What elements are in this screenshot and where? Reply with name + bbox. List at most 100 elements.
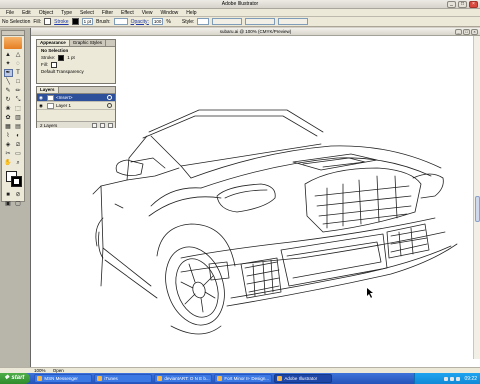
minimize-button[interactable]: _ [447,1,456,8]
graph-tool-icon[interactable]: ▥ [14,114,23,122]
maximize-button[interactable]: □ [458,1,467,8]
app-titlebar: Adobe Illustrator _ □ × [0,0,480,9]
new-sublayer-icon[interactable] [92,122,97,128]
line-tool-icon[interactable]: ╲ [4,78,13,86]
layer-row[interactable]: ◉ <Insert> [37,94,115,102]
menu-file[interactable]: File [2,9,18,16]
tray-network-icon[interactable] [444,376,449,381]
slice-tool-icon[interactable]: ⧄ [14,141,23,149]
doc-close-button[interactable]: × [471,29,478,35]
layer-thumbnail [47,94,54,101]
selection-tool-icon[interactable]: ▲ [4,51,13,59]
direct-selection-tool-icon[interactable]: △ [14,51,23,59]
artwork-car-drawing[interactable] [31,36,474,359]
start-button[interactable]: ❖ start [0,373,31,384]
symbol-sprayer-tool-icon[interactable]: ✿ [4,114,13,122]
brush-select[interactable] [113,18,128,25]
stroke-box[interactable] [11,176,22,187]
layers-count: 2 Layers [40,122,58,128]
screen-mode-icon[interactable]: ▣ [4,200,13,208]
live-paint-tool-icon[interactable]: ◈ [4,141,13,149]
stroke-weight-field[interactable]: 1 pt [81,18,94,25]
menu-view[interactable]: View [138,9,157,16]
opacity-label[interactable]: Opacity: [131,19,149,25]
new-layer-icon[interactable] [100,122,105,128]
layer-target-icon[interactable] [107,103,112,108]
transform-y-field[interactable] [245,18,276,25]
stroke-label[interactable]: Stroke [54,19,68,25]
layers-panel-tabs: Layers [37,87,115,94]
menu-window[interactable]: Window [156,9,182,16]
appearance-stroke-row[interactable]: Stroke: 1 pt [37,54,115,61]
appearance-panel-tabs: Appearance Graphic Styles [37,40,115,47]
layer-target-icon[interactable] [107,95,112,100]
task-adobe-illustrator[interactable]: Adobe Illustrator [274,374,333,383]
tab-graphic-styles[interactable]: Graphic Styles [70,40,107,46]
vertical-scroll-thumb[interactable] [475,196,480,222]
rotate-tool-icon[interactable]: ↻ [4,96,13,104]
style-label: Style: [181,18,195,25]
menu-select[interactable]: Select [76,9,98,16]
tab-layers[interactable]: Layers [37,87,59,93]
hand-tool-icon[interactable]: ✋ [4,159,13,167]
paintbrush-tool-icon[interactable]: ✎ [4,87,13,95]
task-msn-messenger[interactable]: MSN Messenger [34,374,93,383]
none-mode-icon[interactable]: ⊘ [14,191,23,199]
menu-effect[interactable]: Effect [117,9,138,16]
fill-swatch[interactable] [44,18,52,25]
opacity-field[interactable]: 100 [151,18,164,25]
close-button[interactable]: × [469,1,478,8]
layer-thumbnail [47,102,54,109]
menu-help[interactable]: Help [182,9,200,16]
appearance-fill-row[interactable]: Fill: [37,61,115,68]
lasso-tool-icon[interactable]: ◌ [14,60,23,68]
rectangle-tool-icon[interactable]: □ [14,78,23,86]
visibility-eye-icon[interactable]: ◉ [37,95,45,101]
task-itunes[interactable]: iTunes [94,374,153,383]
pen-tool-icon[interactable]: ✒ [3,69,13,77]
layer-row[interactable]: ◉ Layer 1 [37,102,115,110]
tools-panel-header[interactable] [2,31,24,36]
type-tool-icon[interactable]: T [14,69,23,77]
transform-x-field[interactable] [212,18,243,25]
tray-volume-icon[interactable] [450,376,455,381]
stroke-swatch[interactable] [71,18,79,25]
delete-layer-icon[interactable] [108,122,113,128]
visibility-eye-icon[interactable]: ◉ [37,103,45,109]
menu-edit[interactable]: Edit [18,9,35,16]
free-transform-tool-icon[interactable]: ⬚ [14,105,23,113]
magic-wand-tool-icon[interactable]: ✦ [4,60,13,68]
task-deviantart[interactable]: deviantART: O N E b... [154,374,213,383]
appearance-transparency-row[interactable]: Default Transparency [37,68,115,75]
fill-stroke-control [5,170,22,188]
scale-tool-icon[interactable]: ⤡ [14,96,23,104]
mesh-tool-icon[interactable]: ▦ [4,123,13,131]
doc-maximize-button[interactable]: □ [463,29,470,35]
appearance-header: No Selection [41,48,69,53]
task-fort-minor[interactable]: Fort Minor II- Design... [214,374,273,383]
menu-type[interactable]: Type [57,9,76,16]
gradient-tool-icon[interactable]: ▤ [14,123,23,131]
eraser-tool-icon[interactable]: ▭ [14,150,23,158]
menu-object[interactable]: Object [35,9,57,16]
scissors-tool-icon[interactable]: ✂ [4,150,13,158]
vertical-scrollbar[interactable] [473,36,480,359]
warp-tool-icon[interactable]: ❀ [4,105,13,113]
tools-panel: ▲ △ ✦ ◌ ✒ T ╲ □ ✎ ✏ ↻ ⤡ ❀ ⬚ ✿ ▥ ▦ ▤ ⌇ ◐ … [1,30,25,207]
control-bar: No Selection Fill: Stroke 1 pt Brush: Op… [0,17,480,27]
menu-filter[interactable]: Filter [98,9,117,16]
pencil-tool-icon[interactable]: ✏ [14,87,23,95]
zoom-tool-icon[interactable]: ⌕ [14,159,23,167]
layer-name: Layer 1 [56,103,72,108]
brush-label: Brush: [96,18,111,25]
style-select[interactable] [197,18,210,25]
color-mode-icon[interactable]: ■ [4,191,13,199]
tab-appearance[interactable]: Appearance [37,40,70,46]
doc-minimize-button[interactable]: _ [455,29,462,35]
blend-tool-icon[interactable]: ◐ [14,132,23,140]
eyedropper-tool-icon[interactable]: ⌇ [4,132,13,140]
transform-w-field[interactable] [278,18,309,25]
tray-messenger-icon[interactable] [456,376,461,381]
browser-icon [217,376,223,381]
full-screen-mode-icon[interactable]: ▢ [14,200,23,208]
